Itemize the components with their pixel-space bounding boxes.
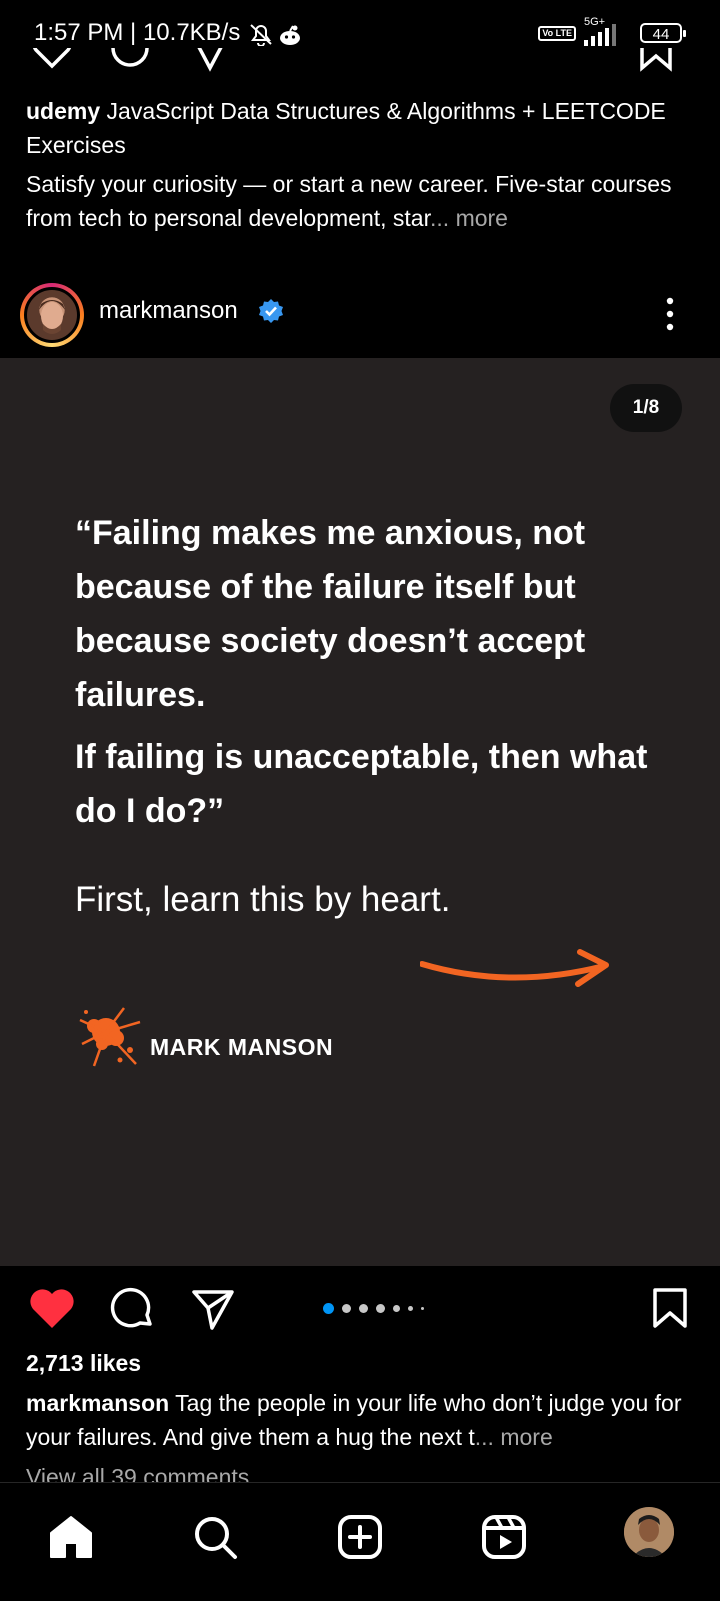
post-username[interactable]: markmanson [99,297,238,325]
battery-icon: 44 [640,23,686,43]
profile-avatar[interactable] [624,1507,674,1557]
carousel-dots [323,1303,424,1314]
caption-more-link[interactable]: more [500,1424,552,1450]
previous-post-actions [0,48,720,74]
comment-icon[interactable] [108,48,152,72]
paint-splat-logo-icon [79,1007,141,1067]
home-icon[interactable] [47,1513,95,1561]
more-vertical-icon[interactable] [664,294,676,334]
paper-plane-icon[interactable] [188,48,232,72]
caption-username[interactable]: markmanson [26,1390,169,1416]
brand-name: MARK MANSON [150,1034,334,1060]
ad-body: Satisfy your curiosity — or start a new … [26,167,696,235]
bookmark-icon[interactable] [650,1286,690,1330]
reddit-icon [280,25,300,45]
ad-caption: udemy JavaScript Data Structures & Algor… [26,94,686,162]
search-icon[interactable] [191,1513,239,1561]
signal-icon: 5G+ [584,16,632,46]
ad-more-link[interactable]: more [456,205,508,231]
ad-title: JavaScript Data Structures & Algorithms … [26,98,666,158]
view-comments-link[interactable]: View all 39 comments [26,1460,249,1482]
quote-text-2: If failing is unacceptable, then what do… [75,738,648,830]
reels-icon[interactable] [480,1513,528,1561]
heart-icon[interactable] [28,1286,76,1330]
caption-ellipsis: ... [474,1424,494,1450]
ad-ellipsis: ... [430,205,450,231]
ad-body-text: Satisfy your curiosity — or start a new … [26,171,672,231]
likes-count[interactable]: 2,713 likes [26,1350,141,1377]
bell-muted-icon [250,24,272,46]
status-icons: Vo LTE 5G+ 44 [538,16,686,46]
volte-indicator: Vo LTE [538,25,576,41]
post-caption: markmanson Tag the people in your life w… [26,1386,706,1454]
advertiser-name[interactable]: udemy [26,98,100,124]
post-header: markmanson [0,278,720,358]
verified-badge-icon [259,299,283,323]
quote-text-1: “Failing makes me anxious, not because o… [75,514,586,714]
create-post-icon[interactable] [336,1513,384,1561]
post-image[interactable]: 1/8 “Failing makes me anxious, not becau… [0,358,720,1266]
bookmark-icon[interactable] [636,48,676,72]
story-ring[interactable] [20,283,84,347]
learn-line: First, learn this by heart. [75,880,451,919]
bottom-nav [0,1482,720,1601]
comment-icon[interactable] [110,1286,156,1332]
arrow-icon [420,949,609,987]
post-action-bar [0,1266,720,1358]
paper-plane-icon[interactable] [190,1286,236,1332]
heart-outline-icon[interactable] [30,48,74,72]
avatar[interactable] [24,287,80,343]
status-time: 1:57 PM | 10.7KB/s [34,19,241,46]
carousel-page-indicator: 1/8 [610,384,682,432]
